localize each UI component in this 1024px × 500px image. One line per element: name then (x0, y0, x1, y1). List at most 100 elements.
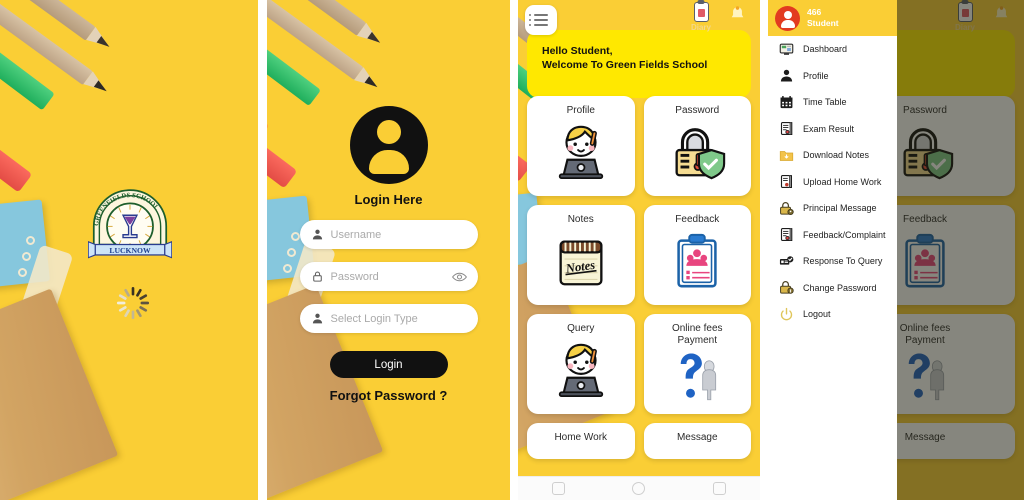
login-type-select[interactable]: Select Login Type (299, 304, 478, 333)
bell-icon[interactable] (729, 6, 746, 21)
menu-item-label: Download Notes (803, 150, 870, 161)
menu-item-label: Time Table (803, 97, 847, 108)
splash-screen: 30 GREENFIELDS SCHOOL (0, 0, 258, 500)
panel-gap (510, 0, 518, 500)
response-check-icon (779, 255, 794, 265)
tile-profile[interactable]: Profile (527, 96, 635, 196)
user-icon (312, 229, 322, 240)
nav-home-icon[interactable] (632, 482, 646, 495)
spiral-ring (22, 252, 31, 261)
login-type-placeholder: Select Login Type (330, 312, 418, 325)
menu-item-time-table[interactable]: Time Table (768, 89, 897, 116)
menu-item-label: Dashboard (803, 44, 848, 55)
login-title: Login Here (354, 192, 423, 207)
screenshot-root: 30 GREENFIELDS SCHOOL (0, 0, 1024, 500)
tile-online-fees-payment[interactable]: Online fees Payment (643, 314, 751, 414)
tile-notes[interactable]: Notes Notes (527, 205, 635, 305)
tile-label: Password (675, 105, 720, 116)
menu-item-feedback-complaint[interactable]: Feedback/Complaint (768, 222, 897, 249)
password-placeholder: Password (330, 270, 379, 283)
menu-item-label: Principal Message (803, 203, 877, 214)
power-icon (780, 307, 793, 321)
drawer-screen: Diary School Password (768, 0, 1024, 500)
menu-item-label: Feedback/Complaint (803, 229, 886, 240)
monitor-icon (779, 43, 794, 55)
dashboard-screen: 30 Diary Hello Student, Welcome To Green… (518, 0, 760, 500)
drawer-user-header[interactable]: 466 Student (768, 0, 897, 36)
diary-label: Diary (690, 23, 711, 32)
marker-red (0, 122, 33, 193)
menu-item-label: Change Password (803, 282, 877, 293)
user-icon (312, 313, 322, 324)
tile-home-work[interactable]: Home Work (527, 423, 635, 459)
nav-back-icon[interactable] (551, 482, 565, 495)
svg-text:LUCKNOW: LUCKNOW (109, 246, 151, 255)
lock-icon (312, 271, 322, 282)
menu-item-label: Exam Result (803, 123, 855, 134)
folder-download-icon (779, 150, 794, 161)
spiral-ring (18, 268, 27, 277)
eye-icon[interactable] (451, 271, 467, 282)
lock-message-icon (780, 201, 794, 215)
username-input[interactable]: Username (299, 220, 478, 249)
menu-item-logout[interactable]: Logout (768, 301, 897, 328)
student-laptop-icon (558, 343, 603, 398)
calendar-icon (780, 95, 793, 108)
user-avatar-icon (349, 106, 428, 184)
forgot-password-link[interactable]: Forgot Password ? (330, 388, 448, 403)
panel-gap (760, 0, 768, 500)
student-laptop-icon (558, 125, 603, 180)
menu-item-upload-home-work[interactable]: Upload Home Work (768, 169, 897, 196)
drawer-user-id: 466 (807, 7, 822, 17)
bottom-navigation-bar[interactable] (518, 476, 760, 500)
tile-label: Message (676, 432, 718, 443)
diary-button[interactable]: Diary (684, 2, 718, 32)
dashboard-content: Diary Hello Student, Welcome To Green Fi… (518, 0, 760, 500)
password-input[interactable]: Password (299, 262, 478, 291)
file-upload-icon (780, 175, 792, 189)
greeting-line-2: Welcome To Green Fields School (542, 59, 708, 71)
greeting-line-1: Hello Student, (542, 45, 613, 57)
question-mark-person-icon (681, 353, 717, 401)
menu-item-label: Response To Query (803, 256, 883, 267)
drawer-user-role: Student (807, 18, 839, 28)
wooden-ruler: 30 (0, 288, 119, 500)
lock-key-icon (780, 281, 794, 294)
menu-item-change-password[interactable]: Change Password (768, 275, 897, 302)
clipboard-people-icon (677, 233, 717, 288)
spiral-ring (26, 236, 35, 245)
tile-message[interactable]: Message (643, 423, 751, 459)
dashboard-tile-grid: Profile Password Notes Notes Feedback Qu… (527, 96, 751, 459)
menu-item-label: Profile (803, 70, 829, 81)
tile-query[interactable]: Query (527, 314, 635, 414)
user-avatar-icon (775, 5, 800, 31)
clipboard-icon (693, 2, 709, 22)
login-screen: 30 Login Here Username Password (267, 0, 510, 500)
navigation-drawer: 466 Student Dashboard Profile Time Table… (768, 0, 897, 500)
nav-recents-icon[interactable] (713, 482, 727, 495)
school-logo: GREENFIELDS SCHOOL LUCKNOW (88, 189, 172, 259)
menu-item-profile[interactable]: Profile (768, 63, 897, 90)
hamburger-menu-icon[interactable] (525, 5, 557, 35)
menu-item-exam-result[interactable]: Exam Result (768, 116, 897, 143)
notebook-icon: Notes (559, 240, 603, 286)
menu-item-download-notes[interactable]: Download Notes (768, 142, 897, 169)
menu-item-label: Logout (803, 309, 831, 320)
panel-gap (258, 0, 267, 500)
padlock-shield-icon (675, 128, 726, 180)
login-button[interactable]: Login (329, 351, 448, 378)
menu-item-principal-message[interactable]: Principal Message (768, 195, 897, 222)
tile-feedback[interactable]: Feedback (643, 205, 751, 305)
menu-item-response-to-query[interactable]: Response To Query (768, 248, 897, 275)
tile-label: Feedback (675, 214, 720, 225)
scroll-icon (780, 228, 793, 242)
menu-item-dashboard[interactable]: Dashboard (768, 36, 897, 63)
tile-label: Notes (567, 214, 594, 225)
spinner-icon (116, 286, 150, 320)
tile-label: Profile (566, 105, 595, 116)
menu-item-label: Upload Home Work (803, 176, 882, 187)
tile-label: Online fees Payment (671, 323, 723, 346)
person-icon (780, 69, 793, 82)
username-placeholder: Username (330, 228, 382, 241)
tile-password[interactable]: Password (643, 96, 751, 196)
